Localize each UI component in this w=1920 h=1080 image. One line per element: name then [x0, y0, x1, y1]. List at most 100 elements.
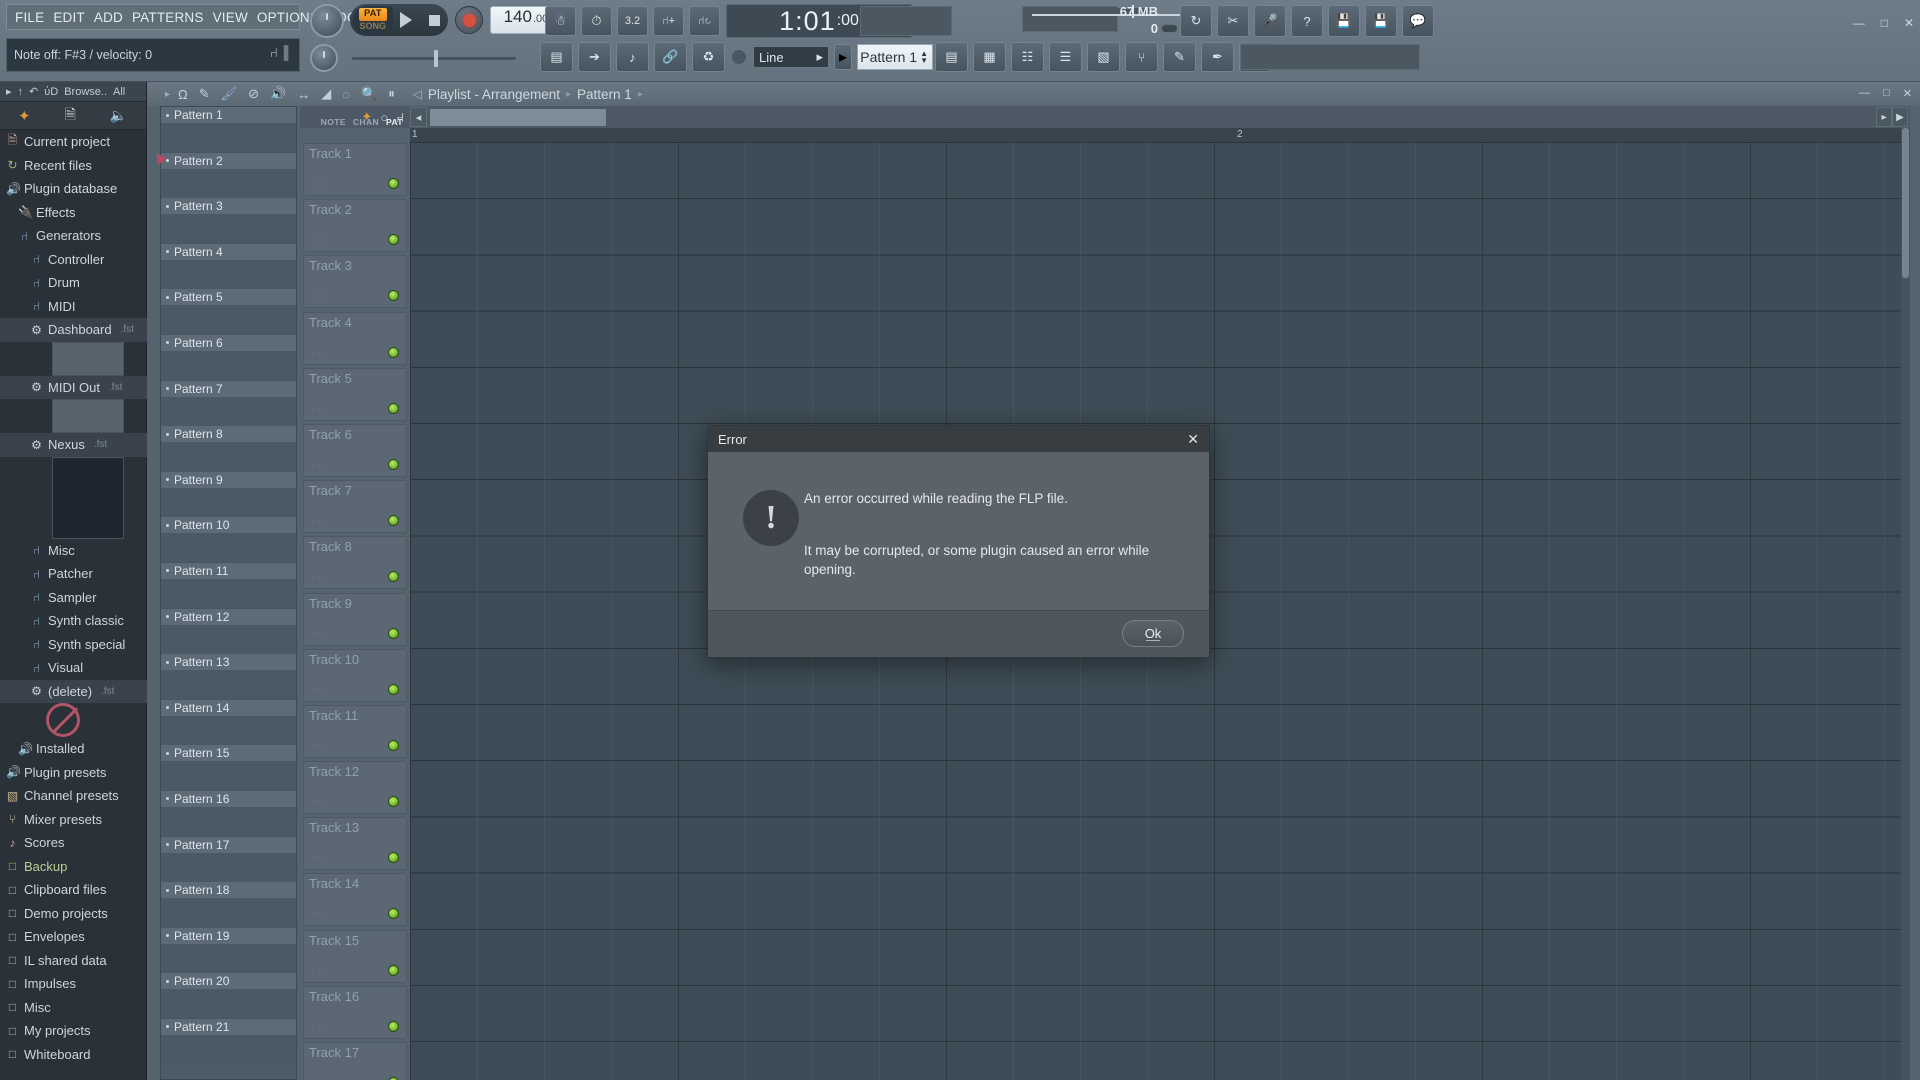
- pattern-row-header[interactable]: Pattern 2: [161, 152, 296, 170]
- track-options-icon[interactable]: ···: [311, 1021, 328, 1033]
- pattern-row-body[interactable]: [161, 1035, 296, 1064]
- track-enable-led[interactable]: [388, 346, 399, 358]
- track-header[interactable]: Track 17···: [300, 1041, 410, 1080]
- pattern-row-body[interactable]: [161, 534, 296, 563]
- track-header-box[interactable]: Track 13 ···: [303, 817, 407, 871]
- mixer-view-icon[interactable]: ☰: [1049, 42, 1082, 72]
- countdown-before-recording-icon[interactable]: ⑁+: [653, 6, 684, 36]
- track-header-box[interactable]: Track 11 ···: [303, 704, 407, 758]
- playlist-ruler[interactable]: 12: [410, 128, 1910, 142]
- browser-item-sampler[interactable]: ⑁ Sampler: [0, 586, 147, 610]
- track-header[interactable]: Track 14 ···: [300, 872, 410, 928]
- browser-item-generators[interactable]: ⑁ Generators: [0, 224, 147, 248]
- track-enable-led[interactable]: [388, 796, 399, 808]
- window-expand-icon[interactable]: ▸: [165, 89, 170, 100]
- cut-tool-icon[interactable]: ✂: [1217, 5, 1249, 37]
- track-header-box[interactable]: Track 1 ···: [303, 143, 407, 196]
- browser-item-envelopes[interactable]: □ Envelopes: [0, 925, 147, 949]
- browser-up-icon[interactable]: ↑: [18, 86, 24, 98]
- browser-item-visual[interactable]: ⑁ Visual: [0, 656, 147, 680]
- track-options-icon[interactable]: ···: [311, 234, 328, 246]
- track-enable-led[interactable]: [388, 290, 399, 302]
- track-enable-led[interactable]: [388, 458, 399, 470]
- track-options-icon[interactable]: ···: [311, 459, 328, 471]
- help-icon[interactable]: ?: [1291, 5, 1323, 37]
- track-options-icon[interactable]: ···: [311, 908, 328, 920]
- playlist-scrollbar[interactable]: [430, 108, 606, 126]
- pattern-row-body[interactable]: [161, 351, 296, 380]
- track-enable-led[interactable]: [388, 908, 399, 920]
- track-header[interactable]: Track 12 ···: [300, 760, 410, 816]
- pattern-row-header[interactable]: Pattern 16: [161, 790, 296, 808]
- browser-item-delete[interactable]: ⚙ (delete) .fst: [0, 679, 147, 703]
- draw-note-icon[interactable]: ♪: [616, 42, 649, 72]
- draw-icon[interactable]: ✎: [1163, 42, 1196, 72]
- track-options-icon[interactable]: ···: [311, 628, 328, 640]
- pattern-row-body[interactable]: [161, 899, 296, 928]
- track-options-icon[interactable]: ···: [311, 347, 328, 359]
- pattern-row-body[interactable]: [161, 169, 296, 198]
- trash-icon[interactable]: ♻: [692, 42, 725, 72]
- pattern-row[interactable]: Pattern 6: [161, 334, 296, 381]
- track-options-icon[interactable]: ···: [311, 740, 328, 752]
- track-header-box[interactable]: Track 10 ···: [303, 648, 407, 702]
- playlist-zoom-button[interactable]: ▶: [1892, 107, 1908, 127]
- step-sequencer-arrow-icon[interactable]: ➔: [578, 42, 611, 72]
- track-options-icon[interactable]: ···: [311, 965, 328, 977]
- track-enable-led[interactable]: [388, 1020, 399, 1032]
- track-enable-led[interactable]: [388, 964, 399, 976]
- track-options-icon[interactable]: ···: [311, 403, 328, 415]
- pattern-row-header[interactable]: Pattern 11: [161, 562, 296, 580]
- pattern-row-header[interactable]: Pattern 7: [161, 380, 296, 398]
- menu-file[interactable]: FILE: [15, 10, 44, 25]
- track-header-box[interactable]: Track 3 ···: [303, 255, 407, 309]
- scrollbar-thumb[interactable]: [1902, 128, 1909, 278]
- pattern-row[interactable]: Pattern 4: [161, 243, 296, 290]
- browser-item-il-shared-data[interactable]: □ IL shared data: [0, 949, 147, 973]
- plugin-preview-thumbnail[interactable]: [52, 399, 124, 433]
- microphone-icon[interactable]: 🎤: [1254, 5, 1286, 37]
- track-header[interactable]: Track 4 ···: [300, 311, 410, 367]
- pattern-row[interactable]: Pattern 14: [161, 699, 296, 746]
- pattern-row[interactable]: Pattern 11: [161, 562, 296, 609]
- menu-view[interactable]: VIEW: [213, 10, 248, 25]
- piano-roll-icon[interactable]: ▤: [540, 42, 573, 72]
- window-minimize-button[interactable]: —: [1859, 87, 1870, 100]
- magnifier-icon[interactable]: 🔍: [361, 86, 377, 102]
- pattern-row-header[interactable]: Pattern 8: [161, 426, 296, 444]
- playlist-scroll-right-button[interactable]: ▸: [1876, 107, 1892, 127]
- stop-button[interactable]: [420, 5, 448, 35]
- track-options-icon[interactable]: ···: [311, 178, 328, 190]
- browser-item-dashboard[interactable]: ⚙ Dashboard .fst: [0, 318, 147, 342]
- track-options-icon[interactable]: ···: [311, 796, 328, 808]
- browser-tab-all[interactable]: ✦: [18, 107, 31, 125]
- pattern-row-body[interactable]: [161, 625, 296, 654]
- plugin-preview-thumbnail[interactable]: [52, 341, 124, 376]
- pencil-tool-icon[interactable]: ✎: [199, 86, 210, 102]
- track-options-icon[interactable]: ···: [311, 852, 328, 864]
- browser-item-my-projects[interactable]: □ My projects: [0, 1019, 147, 1043]
- pattern-selector[interactable]: Pattern 1 ▲ ▼: [857, 44, 933, 70]
- track-options-icon[interactable]: ···: [311, 684, 328, 696]
- pattern-row-body[interactable]: [161, 443, 296, 472]
- menu-patterns[interactable]: PATTERNS: [132, 10, 204, 25]
- track-header-box[interactable]: Track 9 ···: [303, 592, 407, 646]
- window-close-button[interactable]: ✕: [1903, 87, 1912, 100]
- ok-button[interactable]: Ok: [1122, 620, 1184, 647]
- browser-item-scores[interactable]: ♪ Scores: [0, 831, 147, 855]
- browser-item-recent-files[interactable]: ↻ Recent files: [0, 154, 147, 178]
- pattern-row[interactable]: Pattern 5: [161, 289, 296, 335]
- pattern-row-header[interactable]: Pattern 17: [161, 836, 296, 854]
- pattern-row-body[interactable]: [161, 807, 296, 836]
- track-header-box[interactable]: Track 7 ···: [303, 480, 407, 534]
- browser-item-misc[interactable]: □ Misc: [0, 996, 147, 1020]
- browser-tab-plugins[interactable]: 🔈: [110, 107, 127, 124]
- pattern-row-header[interactable]: Pattern 12: [161, 608, 296, 626]
- track-header-box[interactable]: Track 6 ···: [303, 423, 407, 477]
- pattern-row[interactable]: Pattern 10: [161, 517, 296, 563]
- pattern-row[interactable]: Pattern 3: [161, 198, 296, 244]
- mute-tool-icon[interactable]: ⊘: [248, 86, 259, 102]
- pattern-row[interactable]: Pattern 1: [161, 107, 296, 153]
- pattern-row-body[interactable]: [161, 671, 296, 700]
- pattern-row-header[interactable]: Pattern 6: [161, 334, 296, 352]
